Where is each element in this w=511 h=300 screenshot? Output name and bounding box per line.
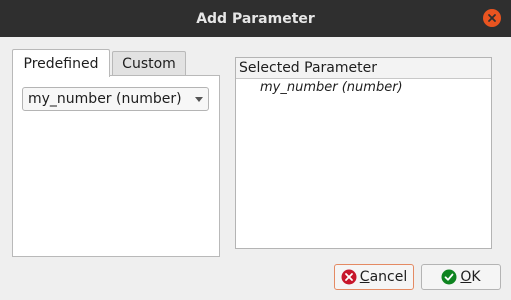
ok-label-rest: K <box>471 269 481 285</box>
ok-mnemonic: O <box>460 269 472 285</box>
tab-custom-label: Custom <box>122 55 176 72</box>
window-title: Add Parameter <box>196 10 315 27</box>
selected-parameter-header-label: Selected Parameter <box>239 60 377 76</box>
selected-parameter-header: Selected Parameter <box>236 58 491 79</box>
cancel-label-rest: ancel <box>369 269 408 285</box>
parameter-select-value: my_number (number) <box>28 91 182 107</box>
ok-check-icon <box>441 269 457 285</box>
add-parameter-dialog: Add Parameter Predefined Custom my_numbe… <box>0 0 511 300</box>
parameter-select[interactable]: my_number (number) <box>22 87 209 111</box>
tab-custom[interactable]: Custom <box>112 51 186 76</box>
chevron-down-icon <box>190 96 208 102</box>
ok-label: OK <box>460 269 480 285</box>
cancel-mnemonic: C <box>359 269 370 285</box>
title-bar: Add Parameter <box>0 0 511 37</box>
ok-button[interactable]: OK <box>421 264 501 290</box>
tab-predefined[interactable]: Predefined <box>12 49 110 77</box>
list-item[interactable]: my_number (number) <box>236 79 491 95</box>
cancel-icon <box>341 269 357 285</box>
selected-parameter-list[interactable]: Selected Parameter my_number (number) <box>235 57 492 249</box>
cancel-label: Cancel <box>360 269 407 285</box>
tab-predefined-label: Predefined <box>23 55 99 72</box>
close-button[interactable] <box>483 9 501 27</box>
close-icon <box>488 14 496 22</box>
cancel-button[interactable]: Cancel <box>334 264 414 290</box>
